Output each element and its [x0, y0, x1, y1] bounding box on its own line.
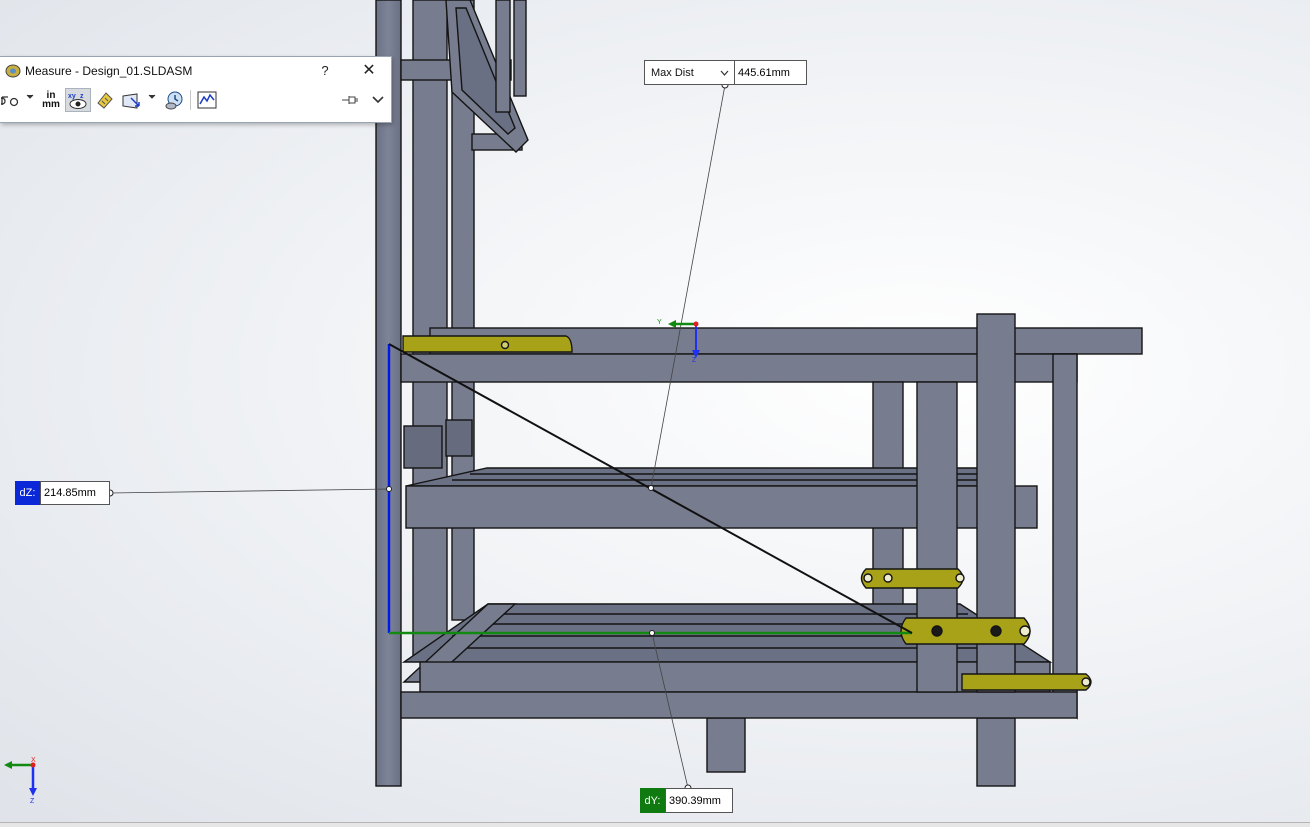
point-to-point-button[interactable] — [94, 88, 116, 112]
bracket-low — [900, 617, 1031, 645]
svg-text:xy: xy — [68, 93, 76, 100]
svg-text:z: z — [80, 93, 84, 100]
distance-mode-value: Max Dist — [651, 66, 694, 79]
units-precision-button[interactable]: in mm — [40, 88, 62, 112]
chevron-down-icon — [372, 96, 384, 104]
dy-callout[interactable]: dY: 390.39mm — [640, 788, 733, 813]
status-strip — [0, 822, 1310, 827]
chevron-down-icon[interactable] — [148, 94, 156, 100]
svg-text:Z: Z — [30, 798, 35, 805]
assembly-model[interactable] — [375, 0, 1143, 787]
show-xyz-measurements-button[interactable]: xy z — [65, 88, 91, 112]
post-front-1 — [916, 381, 958, 693]
measurement-history-button[interactable] — [163, 88, 187, 112]
measure-dialog[interactable]: Measure - Design_01.SLDASM ? ✕ in mm xy … — [0, 56, 392, 123]
dy-value: 390.39mm — [665, 788, 733, 813]
sensor-graph-icon — [197, 91, 217, 109]
plate-left-2 — [445, 419, 473, 457]
measure-tool-icon — [5, 64, 21, 78]
close-button[interactable]: ✕ — [359, 61, 379, 81]
graphics-viewport[interactable]: Y Z X Z — [0, 0, 1310, 826]
bracket-top — [402, 335, 573, 353]
foot-front — [976, 717, 1016, 787]
projection-icon — [122, 93, 140, 109]
projection-button[interactable] — [120, 88, 144, 112]
chevron-down-icon[interactable] — [26, 94, 34, 100]
arc-circle-icon — [1, 96, 19, 107]
create-sensor-button[interactable] — [195, 88, 219, 112]
backrest-rail — [495, 0, 511, 113]
ruler-icon — [97, 92, 113, 109]
measure-toolbar: in mm xy z — [0, 85, 391, 115]
svg-text:Y: Y — [657, 319, 662, 326]
dy-tag: dY: — [640, 788, 665, 813]
dz-tag: dZ: — [15, 481, 40, 505]
foot-rear — [706, 717, 746, 773]
svg-text:Z: Z — [692, 357, 697, 364]
mid-shelf-back — [405, 467, 1002, 487]
units-icon: in mm — [42, 90, 60, 110]
bracket-floor — [961, 673, 1092, 691]
svg-text:X: X — [31, 757, 36, 764]
dialog-title-bar[interactable]: Measure - Design_01.SLDASM ? ✕ — [0, 57, 391, 85]
arc-circle-options-button[interactable] — [0, 88, 20, 112]
backrest-rail-2 — [513, 0, 527, 97]
main-frame-top — [400, 353, 1078, 383]
chevron-down-icon — [720, 70, 729, 76]
xyz-eye-icon: xy z — [68, 93, 87, 109]
expand-dialog-button[interactable] — [368, 88, 388, 112]
help-button[interactable]: ? — [317, 61, 333, 81]
main-frame-bottom — [400, 691, 1078, 719]
plate-left-1 — [403, 425, 443, 469]
reference-triad: X Z — [4, 757, 37, 805]
max-dist-value: 445.61mm — [738, 66, 790, 79]
pin-icon — [342, 96, 358, 104]
dz-value: 214.85mm — [40, 481, 110, 505]
max-dist-callout[interactable]: Max Dist 445.61mm — [644, 60, 807, 85]
history-icon — [165, 91, 183, 110]
pin-dialog-button[interactable] — [340, 88, 360, 112]
dz-callout[interactable]: dZ: 214.85mm — [15, 481, 110, 505]
distance-mode-select[interactable]: Max Dist — [645, 61, 735, 84]
dialog-title: Measure - Design_01.SLDASM — [25, 64, 193, 78]
frame-right-end — [1052, 353, 1078, 720]
bracket-mid — [860, 568, 964, 589]
